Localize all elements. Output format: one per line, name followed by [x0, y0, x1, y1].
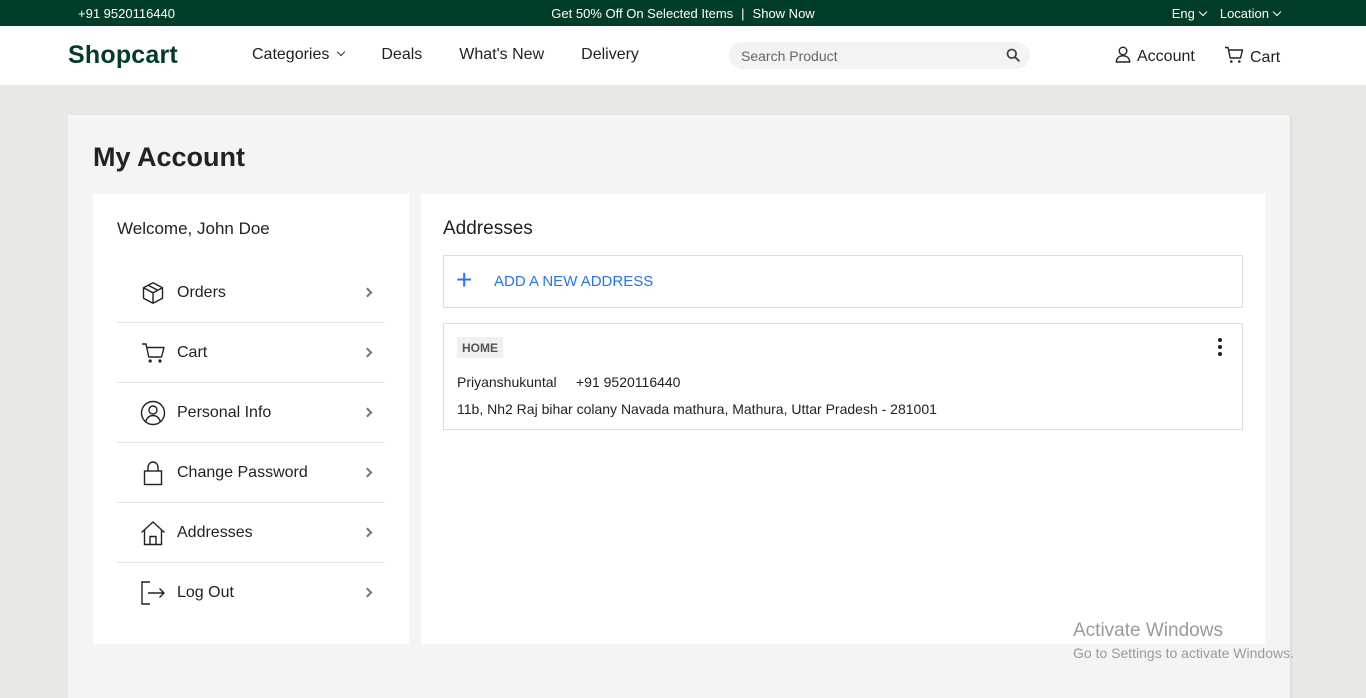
sidebar-item-log-out[interactable]: Log Out: [117, 563, 385, 623]
sidebar-item-label: Orders: [177, 283, 226, 301]
windows-activation-watermark: Activate Windows Go to Settings to activ…: [1073, 620, 1294, 661]
chevron-right-icon: [362, 467, 373, 478]
addresses-panel: Addresses + ADD A NEW ADDRESS HOME Priya…: [421, 194, 1265, 644]
language-label: Eng: [1171, 6, 1195, 21]
show-now-link[interactable]: Show Now: [753, 6, 815, 21]
address-type-badge: HOME: [457, 337, 503, 358]
chevron-down-icon: [1272, 7, 1282, 17]
user-circle-icon: [140, 400, 166, 426]
watermark-title: Activate Windows: [1073, 620, 1223, 641]
chevron-right-icon: [362, 587, 373, 598]
account-label: Account: [1137, 48, 1195, 65]
sidebar-item-label: Personal Info: [177, 403, 272, 421]
search-icon[interactable]: [1006, 48, 1020, 67]
chevron-down-icon: [337, 47, 346, 57]
language-selector[interactable]: Eng: [1171, 6, 1208, 21]
cart-label: Cart: [1250, 48, 1281, 66]
cart-icon: [140, 340, 166, 366]
sidebar-item-label: Log Out: [177, 584, 234, 601]
address-phone: +91 9520116440: [576, 374, 681, 390]
chevron-right-icon: [362, 347, 373, 358]
promo-banner: Get 50% Off On Selected Items | Show Now: [0, 6, 1366, 21]
nav-delivery[interactable]: Delivery: [581, 46, 639, 64]
home-icon: [140, 520, 166, 546]
sidebar-item-orders[interactable]: Orders: [117, 263, 385, 323]
user-icon: [1115, 46, 1137, 68]
shopcart-logo[interactable]: Shopcart: [68, 41, 178, 70]
sidebar-item-addresses[interactable]: Addresses: [117, 503, 385, 563]
address-card: HOME Priyanshukuntal +91 9520116440 11b,…: [443, 323, 1243, 430]
nav-categories[interactable]: Categories: [252, 46, 346, 64]
add-new-address-button[interactable]: + ADD A NEW ADDRESS: [443, 255, 1243, 308]
page-title: My Account: [93, 142, 246, 172]
sidebar-item-cart[interactable]: Cart: [117, 323, 385, 383]
topbar-right: Eng Location: [1171, 6, 1282, 21]
account-button[interactable]: Account: [1115, 46, 1195, 68]
search-input[interactable]: [741, 46, 991, 66]
watermark-subtitle: Go to Settings to activate Windows.: [1073, 645, 1294, 661]
promo-text: Get 50% Off On Selected Items: [551, 6, 734, 21]
addresses-title: Addresses: [443, 218, 533, 239]
address-name: Priyanshukuntal: [457, 374, 557, 390]
more-options-icon[interactable]: [1214, 338, 1226, 360]
location-label: Location: [1219, 6, 1269, 21]
address-line: 11b, Nh2 Raj bihar colany Navada mathura…: [457, 401, 937, 417]
welcome-message: Welcome, John Doe: [117, 219, 270, 238]
main-nav: Categories Deals What's New Delivery: [252, 46, 676, 64]
sidebar-item-change-password[interactable]: Change Password: [117, 443, 385, 503]
sidebar-item-personal-info[interactable]: Personal Info: [117, 383, 385, 443]
search-bar: [729, 42, 1030, 69]
location-selector[interactable]: Location: [1219, 6, 1282, 21]
nav-deals[interactable]: Deals: [381, 46, 422, 64]
promo-separator: |: [741, 6, 745, 21]
site-header: Shopcart Categories Deals What's New Del…: [0, 26, 1366, 85]
nav-whats-new[interactable]: What's New: [459, 46, 544, 64]
add-new-address-label: ADD A NEW ADDRESS: [494, 273, 654, 290]
box-icon: [140, 280, 166, 306]
chevron-down-icon: [1198, 7, 1208, 17]
cart-button[interactable]: Cart: [1224, 46, 1280, 69]
top-announcement-bar: +91 9520116440 Get 50% Off On Selected I…: [0, 0, 1366, 26]
account-sidebar: Welcome, John Doe Orders Cart Personal I…: [93, 194, 409, 644]
chevron-right-icon: [362, 527, 373, 538]
logout-icon: [140, 580, 166, 606]
chevron-right-icon: [362, 287, 373, 298]
account-page: My Account Welcome, John Doe Orders Cart: [68, 115, 1290, 698]
chevron-right-icon: [362, 407, 373, 418]
sidebar-item-label: Change Password: [177, 463, 308, 481]
nav-categories-label: Categories: [252, 46, 330, 63]
account-menu: Orders Cart Personal Info Change Passwor…: [117, 263, 385, 623]
lock-icon: [140, 460, 166, 486]
plus-icon: +: [456, 263, 473, 295]
cart-icon: [1224, 46, 1250, 69]
sidebar-item-label: Addresses: [177, 523, 253, 541]
sidebar-item-label: Cart: [177, 343, 208, 361]
